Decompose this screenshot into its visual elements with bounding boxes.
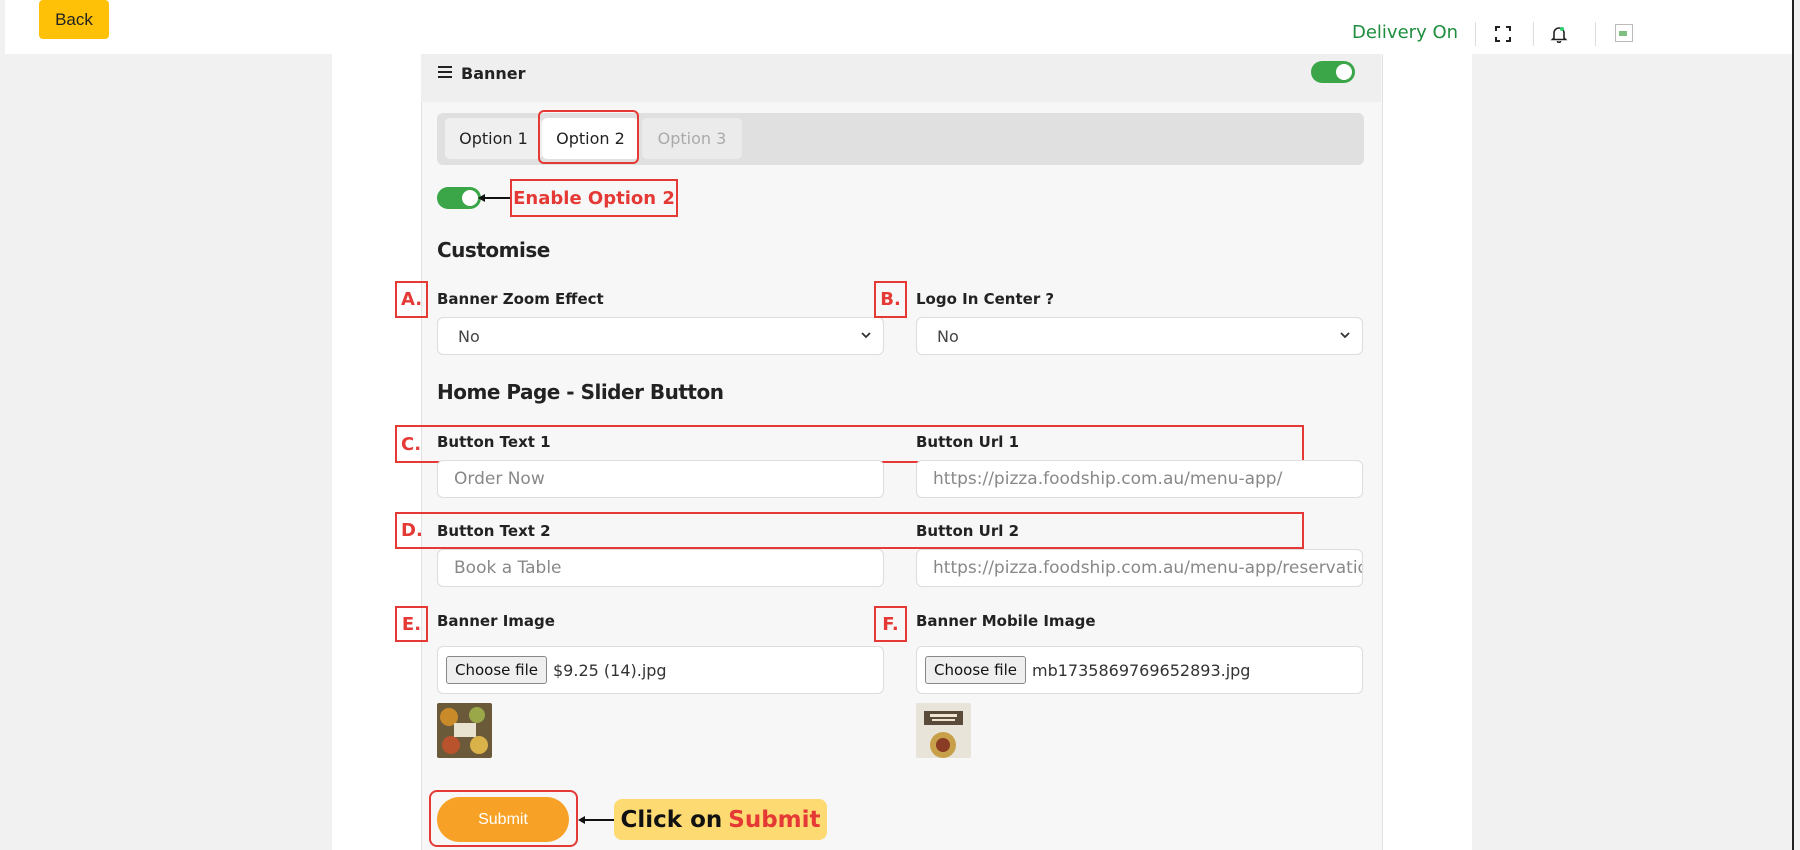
chevron-down-icon [1340,332,1350,339]
bell-icon[interactable] [1547,22,1571,46]
tab-option-3[interactable]: Option 3 [642,118,742,159]
banner-zoom-select[interactable]: No [437,317,884,355]
click-submit-callout: Click on Submit [614,799,827,840]
left-panel [5,54,332,850]
enable-option-callout: Enable Option 2 [510,179,678,217]
customise-title: Customise [437,238,550,262]
logo-center-value: No [937,326,959,346]
banner-mobile-image-label: Banner Mobile Image [916,612,1096,630]
delivery-status[interactable]: Delivery On [1352,22,1458,43]
choose-file-button[interactable]: Choose file [446,656,547,684]
annotation-b: B. [874,281,907,318]
enable-option-toggle[interactable] [437,187,481,209]
banner-mobile-file-input[interactable]: Choose file mb1735869769652893.jpg [916,646,1363,694]
divider [1475,22,1476,46]
banner-zoom-value: No [458,326,480,346]
tab-option-1[interactable]: Option 1 [445,118,542,159]
button-text-1-input[interactable]: Order Now [437,460,884,498]
button-url-2-input[interactable]: https://pizza.foodship.com.au/menu-app/r… [916,549,1363,587]
divider [1595,22,1596,46]
right-panel [1472,54,1792,850]
button-url-1-input[interactable]: https://pizza.foodship.com.au/menu-app/ [916,460,1363,498]
window-edge [1792,0,1794,850]
annotation-a: A. [395,281,428,318]
menu-icon [438,66,452,81]
arrow-icon [478,194,512,202]
logo-center-label: Logo In Center ? [916,290,1055,308]
divider [1533,22,1534,46]
back-button[interactable]: Back [39,0,109,39]
banner-image-thumbnail [437,703,492,758]
annotation-f: F. [874,606,907,642]
banner-mobile-thumbnail [916,703,971,758]
logo-center-select[interactable]: No [916,317,1363,355]
tab-highlight [538,110,639,164]
button-url-1-label: Button Url 1 [916,433,1020,451]
slider-button-title: Home Page - Slider Button [437,380,724,404]
mobile-file-name: mb1735869769652893.jpg [1032,660,1251,680]
button-text-1-label: Button Text 1 [437,433,551,451]
profile-avatar[interactable] [1615,24,1633,42]
callout-highlight: Submit [728,806,821,833]
banner-card-header [421,54,1381,102]
button-url-2-label: Button Url 2 [916,522,1020,540]
arrow-icon [578,816,614,824]
choose-file-button[interactable]: Choose file [925,656,1026,684]
top-bar [5,0,1792,54]
button-text-2-label: Button Text 2 [437,522,551,540]
card-title: Banner [461,64,526,83]
fullscreen-icon[interactable] [1491,22,1515,46]
chevron-down-icon [861,332,871,339]
annotation-e: E. [395,606,428,642]
callout-text: Click on [620,806,723,833]
banner-zoom-label: Banner Zoom Effect [437,290,604,308]
submit-highlight [429,790,578,847]
banner-toggle[interactable] [1311,61,1355,83]
button-text-2-input[interactable]: Book a Table [437,549,884,587]
banner-image-file-input[interactable]: Choose file $9.25 (14).jpg [437,646,884,694]
banner-image-label: Banner Image [437,612,555,630]
banner-file-name: $9.25 (14).jpg [553,660,667,680]
